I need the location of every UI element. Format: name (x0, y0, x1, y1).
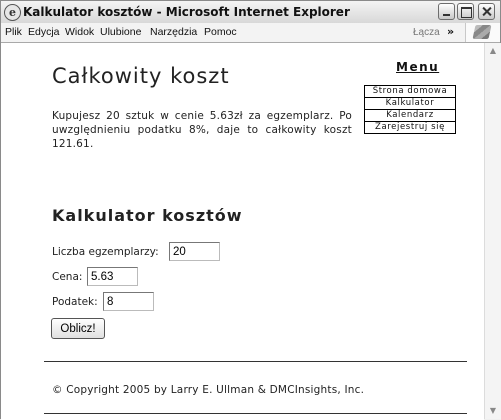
ie-page-icon: e (4, 4, 21, 21)
side-menu: Strona domowa Kalkulator Kalendarz Zarej… (364, 85, 456, 134)
minimize-button[interactable] (438, 3, 455, 20)
title-bar: e Kalkulator kosztów - Microsoft Interne… (1, 1, 500, 24)
page-title: Całkowity koszt (52, 64, 230, 88)
divider-top (44, 361, 467, 362)
window-title: Kalkulator kosztów - Microsoft Internet … (23, 5, 350, 19)
links-toolbar-label[interactable]: Łącza (413, 23, 440, 42)
menu-tools[interactable]: Narzędzia (150, 23, 197, 42)
menu-link-calculator[interactable]: Kalkulator (365, 98, 455, 110)
browser-window: e Kalkulator kosztów - Microsoft Interne… (0, 0, 501, 420)
tax-input[interactable] (103, 292, 154, 311)
result-text: Kupujesz 20 sztuk w cenie 5.63zł za egze… (52, 110, 352, 150)
copyright-footer: © Copyright 2005 by Larry E. Ullman & DM… (52, 384, 365, 396)
menu-edit[interactable]: Edycja (28, 23, 60, 42)
windows-logo (465, 23, 500, 42)
chevron-more-icon[interactable]: » (447, 22, 454, 41)
menu-file[interactable]: Plik (5, 23, 22, 42)
menu-bar: Plik Edycja Widok Ulubione Narzędzia Pom… (1, 23, 500, 43)
menu-help[interactable]: Pomoc (204, 23, 237, 42)
scroll-up-icon[interactable]: ▲ (486, 44, 500, 58)
windows-flag-icon (472, 25, 492, 39)
calculate-button[interactable]: Oblicz! (51, 318, 105, 339)
vertical-scrollbar[interactable]: ▲ ▼ (484, 43, 501, 419)
tax-label: Podatek: (52, 296, 98, 308)
quantity-label: Liczba egzemplarzy: (52, 246, 159, 258)
close-button[interactable] (478, 3, 495, 20)
menu-link-home[interactable]: Strona domowa (365, 86, 455, 98)
menu-link-calendar[interactable]: Kalendarz (365, 110, 455, 122)
price-label: Cena: (52, 271, 83, 283)
maximize-button[interactable] (457, 3, 474, 20)
scroll-down-icon[interactable]: ▼ (486, 404, 500, 418)
menu-link-register[interactable]: Zarejestruj się (365, 122, 455, 133)
quantity-input[interactable] (169, 242, 220, 261)
menu-favorites[interactable]: Ulubione (100, 23, 141, 42)
menu-view[interactable]: Widok (65, 23, 94, 42)
menu-heading: Menu (396, 60, 440, 74)
divider-bottom (44, 413, 467, 414)
price-input[interactable] (87, 267, 138, 286)
calculator-heading: Kalkulator kosztów (52, 206, 243, 225)
